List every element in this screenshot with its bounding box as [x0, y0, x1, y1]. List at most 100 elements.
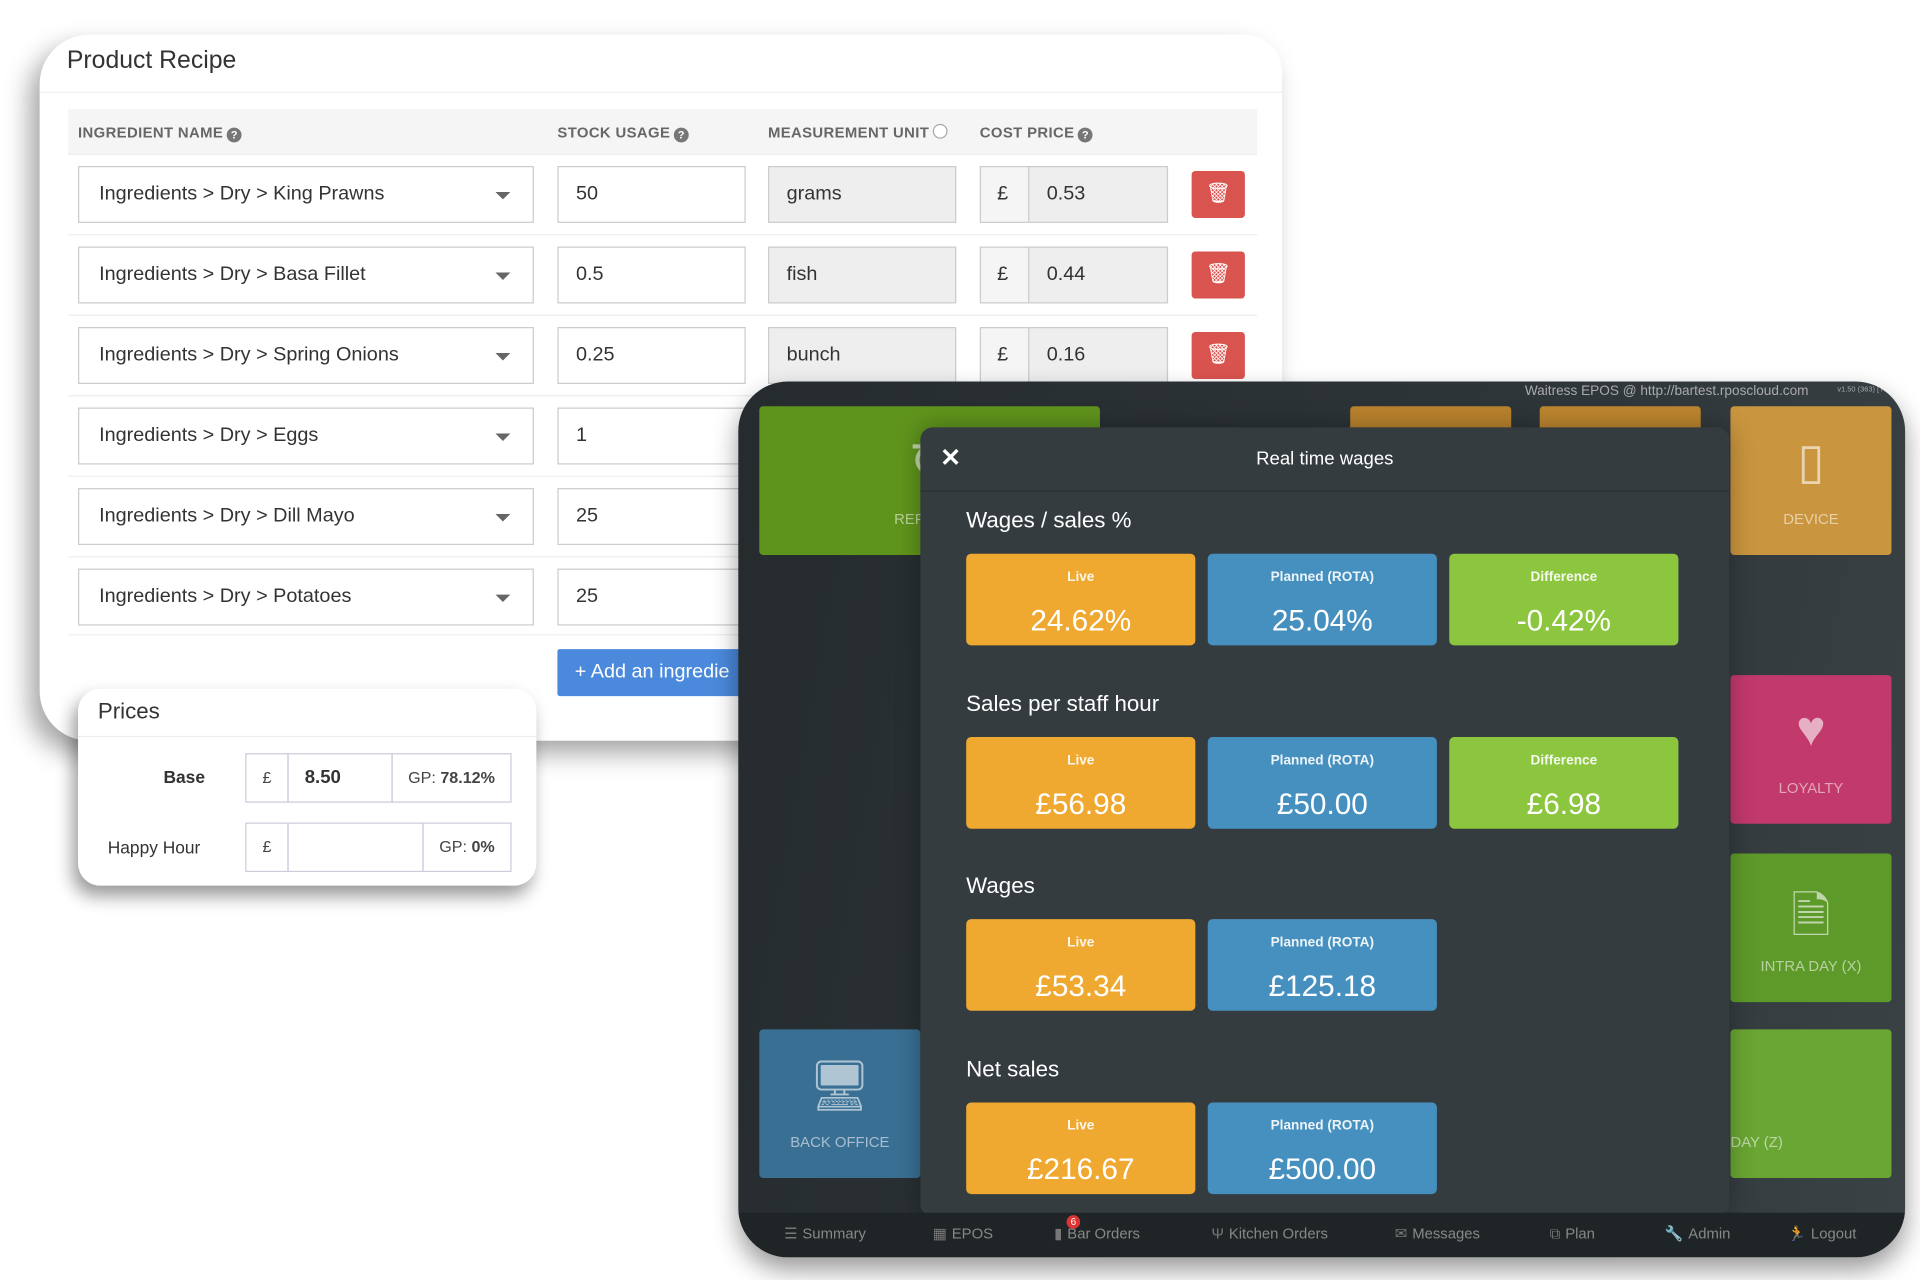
section-title: Net sales [966, 1056, 1060, 1082]
ingredient-select[interactable]: Ingredients > Dry > Potatoes [78, 568, 534, 626]
bottom-nav: 6 ☰ Summary ▦ EPOS ▮ Bar Orders Ψ Kitchen Orders… [738, 1212, 1906, 1258]
delete-button[interactable]: 🗑 [1191, 331, 1245, 380]
page-title: Product Recipe [66, 47, 237, 75]
nav-logout[interactable]: 🏃 Logout [1787, 1225, 1856, 1242]
base-gp: GP: 78.12% [391, 753, 512, 803]
stock-usage-input[interactable]: 25 [557, 568, 746, 626]
chevron-down-icon [495, 191, 511, 200]
prices-panel: Prices Base £ 8.50 GP: 78.12% Happy Hour… [78, 688, 537, 886]
live-card: Live £216.67 [966, 1102, 1196, 1195]
ingredient-select[interactable]: Ingredients > Dry > Spring Onions [78, 327, 534, 384]
section-title: Wages [966, 873, 1035, 899]
real-time-wages-modal: ✕ Real time wages Wages / sales % Live 24.6… [920, 427, 1730, 1217]
nav-epos[interactable]: ▦ EPOS [933, 1225, 993, 1242]
cost-price: 0.44 [1028, 246, 1169, 304]
stock-usage-input[interactable]: 1 [557, 407, 746, 465]
stock-usage-input[interactable]: 0.5 [557, 246, 746, 304]
ingredient-select[interactable]: Ingredients > Dry > King Prawns [78, 165, 534, 223]
ingredient-row: Ingredients > Dry > King Prawns 50 grams … [68, 153, 1258, 235]
tablet-icon: ▯ [1797, 434, 1825, 490]
stock-usage-input[interactable]: 0.25 [557, 327, 746, 384]
prices-title: Prices [97, 698, 160, 724]
planned-card: Planned (ROTA) £125.18 [1207, 919, 1437, 1011]
section-title: Wages / sales % [966, 507, 1132, 533]
cost-price: 0.16 [1028, 327, 1169, 384]
base-price-input[interactable]: 8.50 [287, 753, 393, 803]
planned-card: Planned (ROTA) £500.00 [1207, 1102, 1437, 1195]
chevron-down-icon [495, 514, 511, 522]
monitor-icon: 🖥 [808, 1059, 872, 1114]
chevron-down-icon [495, 272, 511, 280]
tablet-header: Waitress EPOS @ http://bartest.rposcloud… [1524, 383, 1809, 399]
currency-addon: £ [979, 165, 1030, 223]
nav-icon: 🏃 [1787, 1225, 1806, 1243]
diff-card: Difference -0.42% [1449, 553, 1679, 646]
happy-hour-label: Happy Hour [107, 837, 201, 858]
stock-usage-input[interactable]: 50 [557, 165, 746, 223]
tile-day-z[interactable]: DAY (Z) [1730, 1029, 1892, 1179]
help-icon[interactable] [932, 123, 948, 139]
currency-addon: £ [245, 753, 289, 803]
measurement-unit: fish [767, 246, 957, 304]
trash-icon: 🗑 [1205, 263, 1231, 285]
nav-icon: ☰ [784, 1225, 798, 1243]
table-header: INGREDIENT NAME? STOCK USAGE? MEASUREMEN… [68, 109, 1258, 154]
trash-icon: 🗑 [1205, 344, 1231, 366]
col-cost: COST PRICE? [980, 124, 1093, 143]
measurement-unit: bunch [767, 327, 957, 384]
happy-hour-gp: GP: 0% [422, 822, 512, 873]
modal-title: Real time wages [1256, 448, 1394, 470]
delete-button[interactable]: 🗑 [1191, 170, 1245, 219]
chevron-down-icon [495, 433, 511, 441]
currency-addon: £ [979, 246, 1030, 304]
excel-icon: 🗎 [1791, 889, 1831, 944]
nav-plan[interactable]: ⧉ Plan [1550, 1225, 1595, 1244]
tile-loyalty[interactable]: ♥ LOYALTY [1730, 675, 1892, 824]
col-stock: STOCK USAGE? [557, 124, 689, 143]
nav-bar-orders[interactable]: ▮ Bar Orders [1054, 1225, 1140, 1242]
help-icon[interactable]: ? [673, 127, 689, 143]
planned-card: Planned (ROTA) 25.04% [1207, 553, 1437, 646]
cost-price: 0.53 [1028, 165, 1169, 223]
live-card: Live £53.34 [966, 919, 1196, 1011]
nav-icon: 🔧 [1664, 1225, 1684, 1243]
ingredient-select[interactable]: Ingredients > Dry > Basa Fillet [78, 246, 534, 304]
diff-card: Difference £6.98 [1449, 737, 1679, 829]
nav-icon: ⧉ [1549, 1225, 1561, 1243]
tile-intra-day[interactable]: 🗎 INTRA DAY (X) [1730, 853, 1892, 1003]
nav-icon: Ψ [1211, 1225, 1224, 1243]
delete-button[interactable]: 🗑 [1191, 251, 1245, 299]
ingredient-row: Ingredients > Dry > Basa Fillet 0.5 fish … [68, 234, 1258, 315]
ingredient-select[interactable]: Ingredients > Dry > Dill Mayo [78, 488, 534, 546]
heart-icon: ♥ [1796, 702, 1826, 757]
nav-icon: ▦ [932, 1225, 947, 1243]
nav-summary[interactable]: ☰ Summary [784, 1225, 866, 1242]
stock-usage-input[interactable]: 25 [557, 488, 746, 546]
col-ingredient: INGREDIENT NAME? [78, 124, 242, 143]
base-label: Base [163, 766, 205, 787]
trash-icon: 🗑 [1205, 183, 1231, 205]
nav-kitchen-orders[interactable]: Ψ Kitchen Orders [1211, 1225, 1328, 1242]
col-unit: MEASUREMENT UNIT [768, 123, 948, 141]
happy-hour-price-input[interactable] [287, 822, 424, 873]
nav-admin[interactable]: 🔧 Admin [1665, 1225, 1731, 1242]
section-title: Sales per staff hour [966, 691, 1160, 716]
currency-addon: £ [245, 822, 289, 873]
planned-card: Planned (ROTA) £50.00 [1207, 737, 1437, 829]
currency-addon: £ [979, 327, 1030, 384]
help-icon[interactable]: ? [1078, 127, 1093, 143]
nav-messages[interactable]: ✉ Messages [1395, 1225, 1480, 1242]
live-card: Live £56.98 [966, 737, 1196, 829]
chevron-down-icon [495, 353, 511, 361]
tile-back-office[interactable]: 🖥 BACK OFFICE [759, 1029, 921, 1179]
measurement-unit: grams [767, 165, 957, 223]
version: v1.50 (363) [TF] [1837, 386, 1891, 394]
tile-device[interactable]: ▯ DEVICE [1730, 406, 1892, 555]
nav-icon: ▮ [1054, 1225, 1063, 1243]
chevron-down-icon [495, 594, 511, 603]
nav-icon: ✉ [1394, 1225, 1408, 1243]
live-card: Live 24.62% [966, 553, 1196, 646]
help-icon[interactable]: ? [226, 127, 242, 143]
epos-tablet: Waitress EPOS @ http://bartest.rposcloud… [738, 381, 1906, 1258]
ingredient-select[interactable]: Ingredients > Dry > Eggs [78, 407, 534, 465]
